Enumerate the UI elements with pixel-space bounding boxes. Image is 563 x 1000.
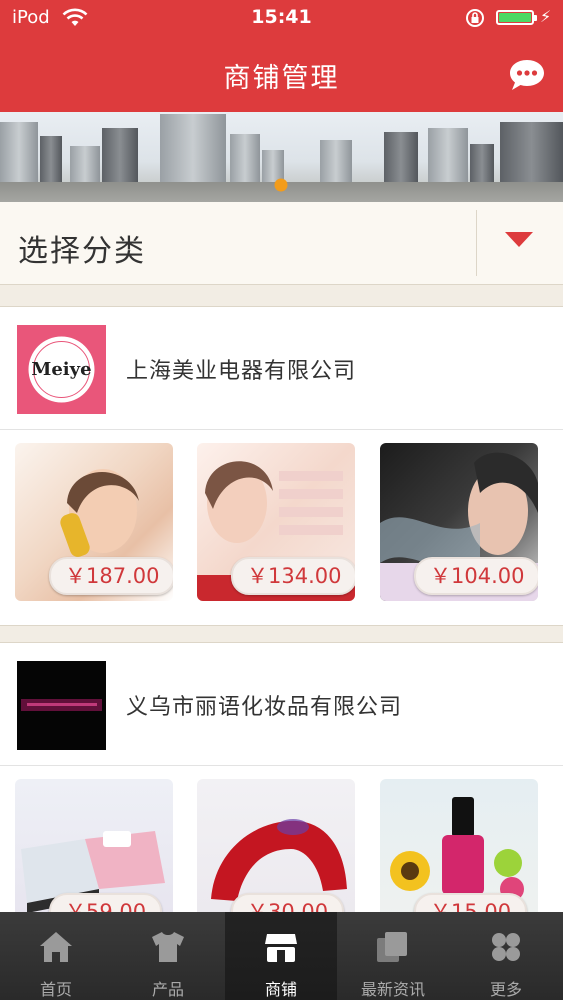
tab-label: 商铺 xyxy=(264,980,297,999)
tab-label: 最新资讯 xyxy=(360,980,425,999)
tab-more[interactable]: 更多 xyxy=(450,912,562,1000)
product-thumb[interactable]: ￥134.00 xyxy=(197,443,355,601)
battery-icon xyxy=(496,10,537,25)
chat-icon[interactable] xyxy=(508,58,546,92)
tab-bar: 首页 产品 商铺 最新资讯 更多 xyxy=(0,912,563,1000)
shirt-icon xyxy=(152,932,184,962)
page-title: 商铺管理 xyxy=(223,63,340,94)
product-thumb[interactable]: ￥187.00 xyxy=(15,443,173,601)
logo-text: Meiye xyxy=(31,359,91,380)
dropdown-arrow-icon[interactable] xyxy=(505,232,533,248)
tab-news[interactable]: 最新资讯 xyxy=(337,912,449,1000)
price-tag: ￥187.00 xyxy=(49,557,173,595)
tab-home[interactable]: 首页 xyxy=(0,912,112,1000)
product-thumb[interactable]: ￥104.00 xyxy=(380,443,538,601)
nav-bar: 商铺管理 xyxy=(0,36,563,112)
home-icon xyxy=(40,932,72,962)
category-selector-label: 选择分类 xyxy=(18,234,146,269)
selector-divider xyxy=(476,210,477,276)
tab-products[interactable]: 产品 xyxy=(112,912,224,1000)
tab-shops[interactable]: 商铺 xyxy=(225,912,337,1000)
shop-header[interactable]: 义乌市丽语化妆品有限公司 xyxy=(0,643,563,766)
status-bar: iPod 15:41 ⚡ xyxy=(0,0,563,36)
rotation-lock-icon xyxy=(466,9,484,27)
shop-header[interactable]: Meiye 上海美业电器有限公司 xyxy=(0,307,563,430)
tab-label: 首页 xyxy=(39,980,72,999)
shop-name: 义乌市丽语化妆品有限公司 xyxy=(126,695,403,720)
shop-card[interactable]: Meiye 上海美业电器有限公司 ￥187.00 ￥134.00 ￥104.00 xyxy=(0,306,563,626)
charging-icon: ⚡ xyxy=(540,7,552,26)
store-icon xyxy=(265,934,297,962)
category-selector[interactable]: 选择分类 xyxy=(0,202,563,285)
tab-label: 更多 xyxy=(489,980,522,999)
banner-page-indicator[interactable] xyxy=(274,178,288,192)
price-tag: ￥134.00 xyxy=(231,557,355,595)
tab-label: 产品 xyxy=(151,980,184,999)
shop-name: 上海美业电器有限公司 xyxy=(126,359,357,384)
price-tag: ￥104.00 xyxy=(414,557,538,595)
shop-logo xyxy=(17,661,106,750)
more-icon xyxy=(492,933,520,961)
news-icon xyxy=(377,932,407,962)
shop-logo: Meiye xyxy=(17,325,106,414)
shop-card[interactable]: 义乌市丽语化妆品有限公司 ￥59.00 ￥30.00 ￥15.00 xyxy=(0,642,563,937)
